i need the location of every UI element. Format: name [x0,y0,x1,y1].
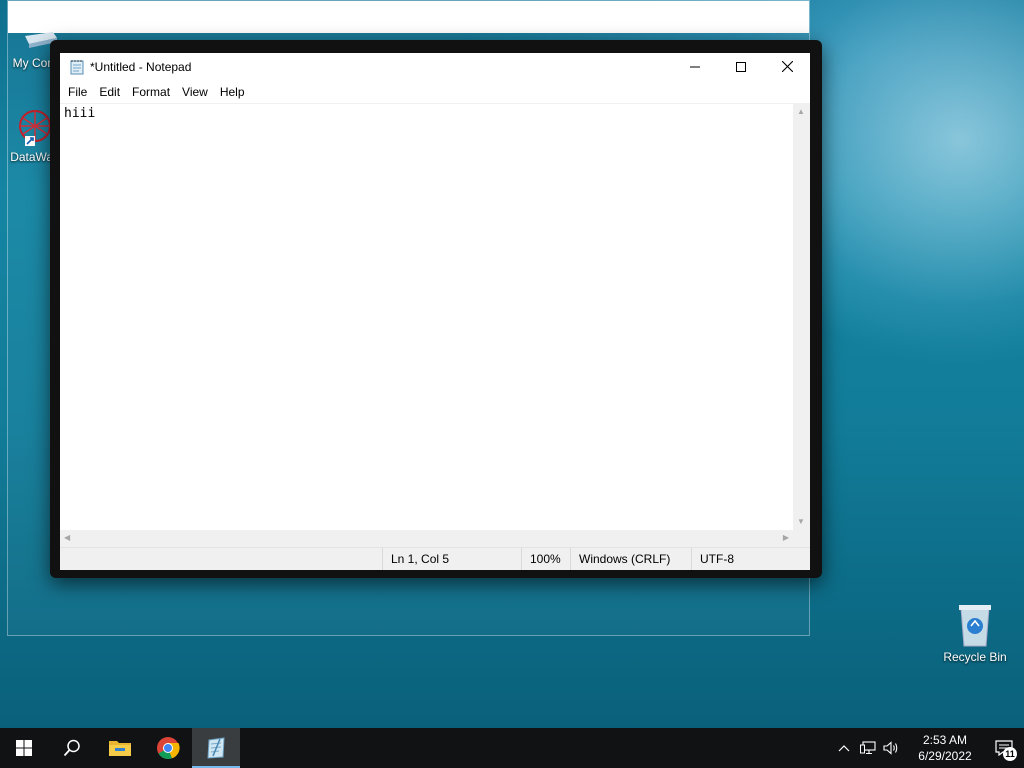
maximize-button[interactable] [718,53,764,80]
notepad-window[interactable]: *Untitled - Notepad File Edit Format Vie… [50,40,822,578]
chrome-icon [157,737,180,760]
status-bar: Ln 1, Col 5 100% Windows (CRLF) UTF-8 [60,547,810,570]
status-zoom: 100% [521,548,561,570]
search-button[interactable] [48,728,96,768]
clock[interactable]: 2:53 AM 6/29/2022 [910,732,980,764]
maximize-icon [736,61,746,72]
background-window-titlebar [8,1,809,33]
menu-edit[interactable]: Edit [93,82,126,102]
start-button[interactable] [0,728,48,768]
text-editor[interactable]: hiii ▲ ▼ ◀ ▶ [60,103,810,547]
desktop-icon-recycle-bin[interactable]: Recycle Bin [940,602,1010,664]
scroll-up-icon[interactable]: ▲ [797,108,805,116]
file-explorer-button[interactable] [96,728,144,768]
volume-icon [883,741,898,755]
search-icon [63,739,80,757]
notepad-taskbar-button[interactable] [192,728,240,768]
chevron-up-icon [838,745,850,752]
taskbar: 2:53 AM 6/29/2022 11 [0,728,1024,768]
chrome-button[interactable] [144,728,192,768]
status-cursor-position: Ln 1, Col 5 [382,548,449,570]
editor-content[interactable]: hiii [64,106,95,121]
clock-date: 6/29/2022 [918,749,972,763]
scroll-left-icon[interactable]: ◀ [64,534,70,542]
menu-help[interactable]: Help [214,82,251,102]
recycle-bin-icon [959,605,991,647]
datawagon-shortcut-icon [19,110,51,146]
clock-time: 2:53 AM [922,733,968,747]
close-icon [781,61,793,72]
notepad-titlebar[interactable]: *Untitled - Notepad [60,53,810,80]
desktop-icon-label: Recycle Bin [943,650,1007,664]
scroll-right-icon[interactable]: ▶ [783,534,789,542]
notification-count-badge: 11 [1003,747,1017,761]
scroll-down-icon[interactable]: ▼ [797,518,805,526]
notepad-icon [70,59,84,74]
window-title: *Untitled - Notepad [90,59,192,74]
menu-file[interactable]: File [62,82,93,102]
start-icon [16,740,32,756]
system-tray: 2:53 AM 6/29/2022 11 [832,728,1024,768]
status-line-ending: Windows (CRLF) [570,548,670,570]
show-hidden-icons-button[interactable] [832,728,856,768]
menu-bar: File Edit Format View Help [60,80,810,103]
vertical-scrollbar[interactable]: ▲ ▼ [793,104,810,530]
network-button[interactable] [856,728,880,768]
file-explorer-icon [109,741,131,756]
volume-button[interactable] [880,728,904,768]
close-button[interactable] [764,53,810,80]
menu-format[interactable]: Format [126,82,176,102]
menu-view[interactable]: View [176,82,214,102]
notepad-icon [207,737,225,759]
minimize-icon [690,66,700,67]
scrollbar-corner [793,530,810,547]
notifications-button[interactable]: 11 [984,728,1024,768]
network-icon [860,741,876,755]
status-encoding: UTF-8 [691,548,734,570]
minimize-button[interactable] [672,53,718,80]
horizontal-scrollbar[interactable]: ◀ ▶ [60,530,793,547]
